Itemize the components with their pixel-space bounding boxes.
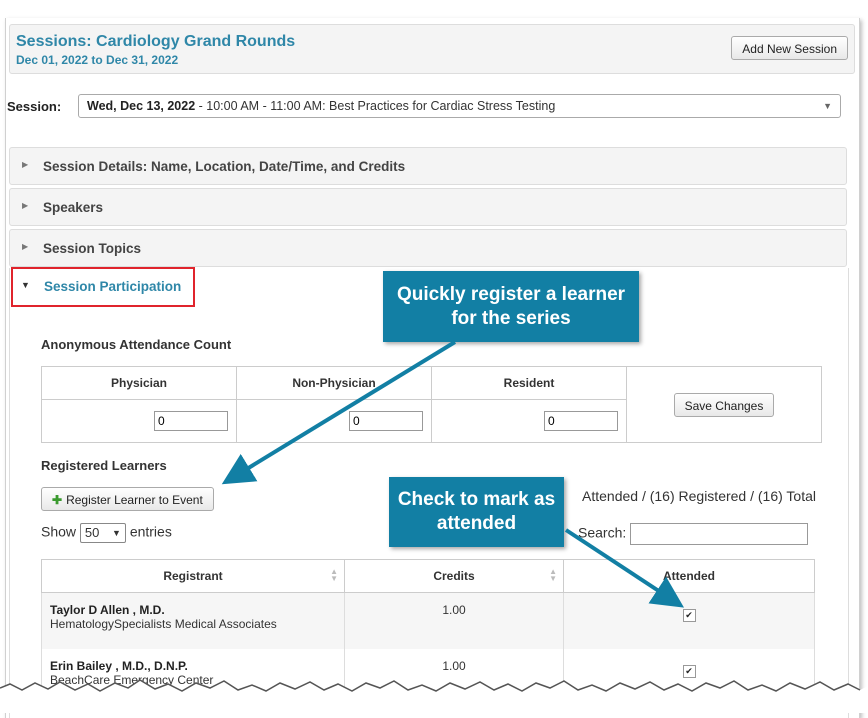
callout-arrow [221,340,457,485]
annotation-overlay [0,340,868,713]
callout-arrow [564,528,685,608]
torn-edge [0,680,868,713]
